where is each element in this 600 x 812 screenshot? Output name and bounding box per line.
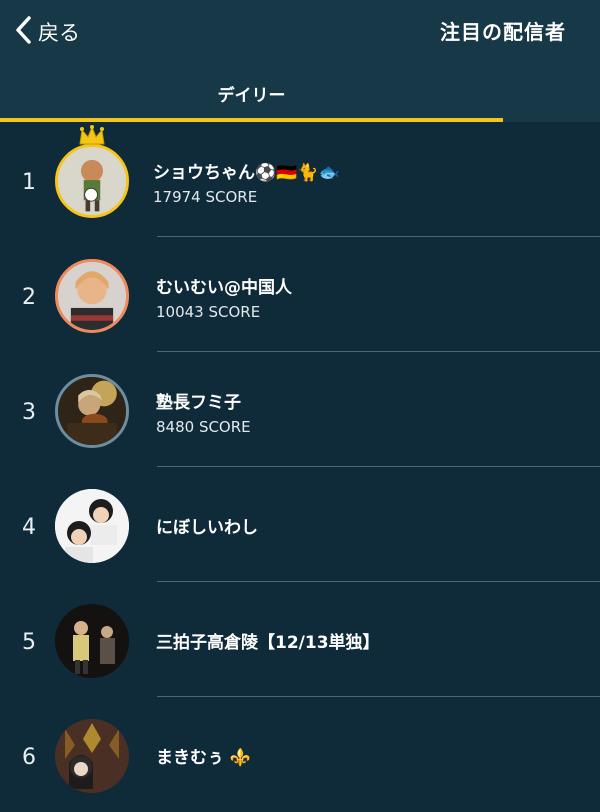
streamer-score: 17974 SCORE — [153, 188, 258, 206]
ranking-list: 1 ショウちゃん⚽️🇩🇪🐈🐟 17974 SCORE 2 むいむい@中国人 10… — [0, 122, 600, 812]
back-button[interactable]: 戻る — [14, 14, 80, 50]
tab-bar: デイリー — [0, 64, 600, 122]
streamer-name: むいむい@中国人 — [156, 278, 292, 298]
rank-number: 2 — [22, 285, 36, 310]
ranking-row-3[interactable]: 3 塾長フミ子 8480 SCORE — [0, 352, 600, 467]
streamer-name: ショウちゃん⚽️🇩🇪🐈🐟 — [153, 163, 340, 183]
back-label: 戻る — [38, 21, 80, 45]
header-bar: 戻る 注目の配信者 — [0, 0, 600, 64]
streamer-name: 塾長フミ子 — [156, 393, 241, 413]
page-title: 注目の配信者 — [440, 20, 566, 44]
streamer-score: 10043 SCORE — [156, 303, 261, 321]
avatar[interactable] — [55, 719, 129, 793]
ranking-row-2[interactable]: 2 むいむい@中国人 10043 SCORE — [0, 237, 600, 352]
ranking-row-1[interactable]: 1 ショウちゃん⚽️🇩🇪🐈🐟 17974 SCORE — [0, 122, 600, 237]
streamer-score: 8480 SCORE — [156, 418, 251, 436]
ranking-row-5[interactable]: 5 三拍子高倉陵【12/13単独】 — [0, 582, 600, 697]
avatar[interactable] — [55, 374, 129, 448]
rank-number: 3 — [22, 400, 36, 425]
crown-icon — [78, 124, 106, 146]
avatar[interactable] — [55, 604, 129, 678]
rank-number: 4 — [22, 515, 36, 540]
avatar[interactable] — [55, 259, 129, 333]
chevron-left-icon — [14, 15, 34, 49]
ranking-row-6[interactable]: 6 まきむぅ ⚜️ — [0, 697, 600, 812]
streamer-name: 三拍子高倉陵【12/13単独】 — [156, 633, 380, 653]
avatar[interactable] — [55, 489, 129, 563]
rank-number: 6 — [22, 745, 36, 770]
ranking-row-4[interactable]: 4 にぼしいわし — [0, 467, 600, 582]
streamer-name: にぼしいわし — [156, 518, 258, 538]
tab-daily[interactable]: デイリー — [0, 64, 503, 122]
rank-number: 5 — [22, 630, 36, 655]
rank-number: 1 — [22, 170, 36, 195]
streamer-name: まきむぅ ⚜️ — [156, 748, 252, 768]
avatar[interactable] — [55, 144, 129, 218]
